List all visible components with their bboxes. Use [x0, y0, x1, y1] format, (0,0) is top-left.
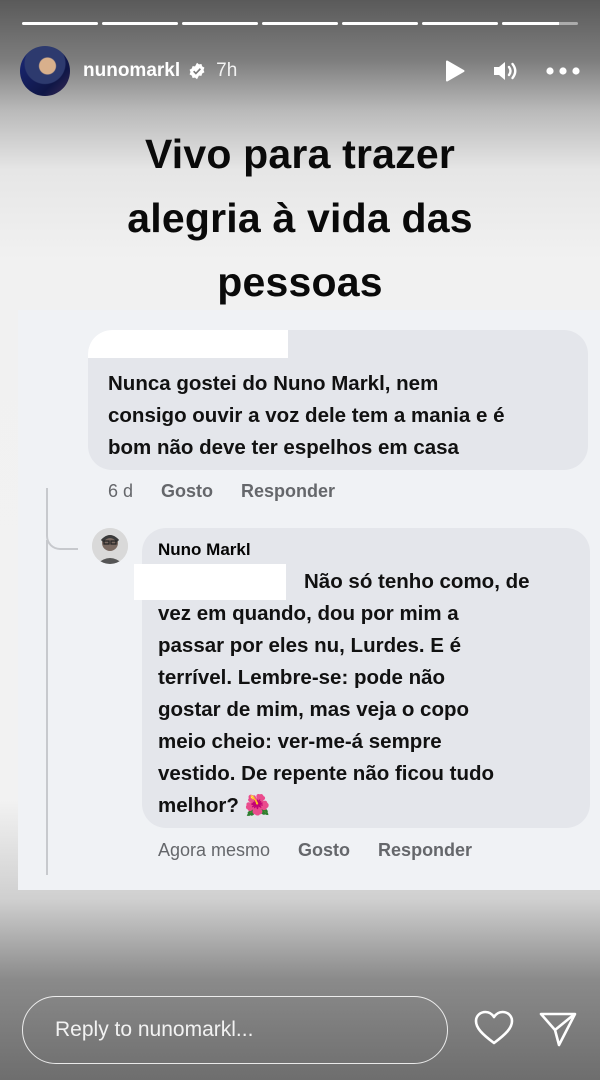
comment-line: Nunca gostei do Nuno Markl, nem — [108, 372, 439, 395]
reply-line: melhor? 🌺 — [158, 794, 271, 817]
reply-line: passar por eles nu, Lurdes. E é — [158, 634, 462, 657]
reply-text: Não só tenho como, de vez em quando, dou… — [158, 566, 588, 822]
reply-bubble: Nuno Markl Não só tenho como, de vez em … — [134, 528, 590, 828]
comment-line: consigo ouvir a voz dele tem a mania e é — [108, 404, 505, 427]
like-button[interactable]: Gosto — [161, 481, 213, 502]
comment-bubble: Lurdes Silva Nunca gostei do Nuno Markl,… — [88, 330, 588, 470]
comment-time: 6 d — [108, 481, 134, 501]
progress-segment — [22, 22, 98, 25]
comment-actions: 6 d Gosto Responder — [108, 481, 335, 502]
progress-segment — [422, 22, 498, 25]
reply-line: Não só tenho como, de — [304, 570, 530, 593]
reply-line: terrível. Lembre-se: pode não — [158, 666, 446, 689]
reply-avatar[interactable] — [92, 528, 128, 564]
title-line: alegria à vida das — [127, 195, 473, 241]
thread-connector — [46, 488, 78, 550]
like-button[interactable]: Gosto — [298, 840, 350, 861]
username[interactable]: nunomarkl — [83, 60, 180, 82]
more-icon[interactable] — [546, 67, 580, 75]
thread-line — [46, 540, 48, 875]
post-time: 7h — [216, 60, 238, 81]
story-screen: nunomarkl 7h Vivo para trazer alegria à … — [0, 0, 600, 1080]
reply-line: vez em quando, dou por mim a — [158, 602, 459, 625]
redaction-block — [88, 330, 288, 358]
verified-badge-icon — [189, 62, 205, 80]
heart-icon[interactable] — [474, 1010, 514, 1046]
reply-line: vestido. De repente não ficou tudo — [158, 762, 495, 785]
title-line: Vivo para trazer — [144, 131, 456, 177]
reply-button[interactable]: Responder — [241, 481, 335, 502]
reply-line: gostar de mim, mas veja o copo — [158, 698, 470, 721]
person-icon — [92, 528, 128, 564]
comment-text: Nunca gostei do Nuno Markl, nem consigo … — [108, 368, 588, 464]
progress-segment — [102, 22, 178, 25]
story-header: nunomarkl 7h — [20, 44, 580, 98]
story-title: Vivo para trazer alegria à vida das pess… — [40, 122, 560, 314]
reply-time: Agora mesmo — [158, 840, 271, 860]
progress-segment — [182, 22, 258, 25]
reply-placeholder: Reply to nunomarkl... — [55, 1018, 254, 1041]
progress-segment — [262, 22, 338, 25]
profile-avatar[interactable] — [20, 46, 70, 96]
reply-author: Nuno Markl — [158, 540, 251, 559]
send-icon[interactable] — [538, 1010, 578, 1048]
title-line: pessoas — [217, 259, 383, 305]
comment-line: bom não deve ter espelhos em casa — [108, 436, 459, 459]
story-progress — [22, 22, 578, 25]
reply-input[interactable]: Reply to nunomarkl... — [22, 996, 448, 1064]
reply-button[interactable]: Responder — [378, 840, 472, 861]
progress-segment — [342, 22, 418, 25]
reply-line: meio cheio: ver-me-á sempre — [158, 730, 442, 753]
reply-actions: Agora mesmo Gosto Responder — [158, 840, 472, 861]
volume-icon[interactable] — [492, 59, 520, 83]
play-icon[interactable] — [444, 59, 466, 83]
progress-segment-current — [502, 22, 578, 25]
